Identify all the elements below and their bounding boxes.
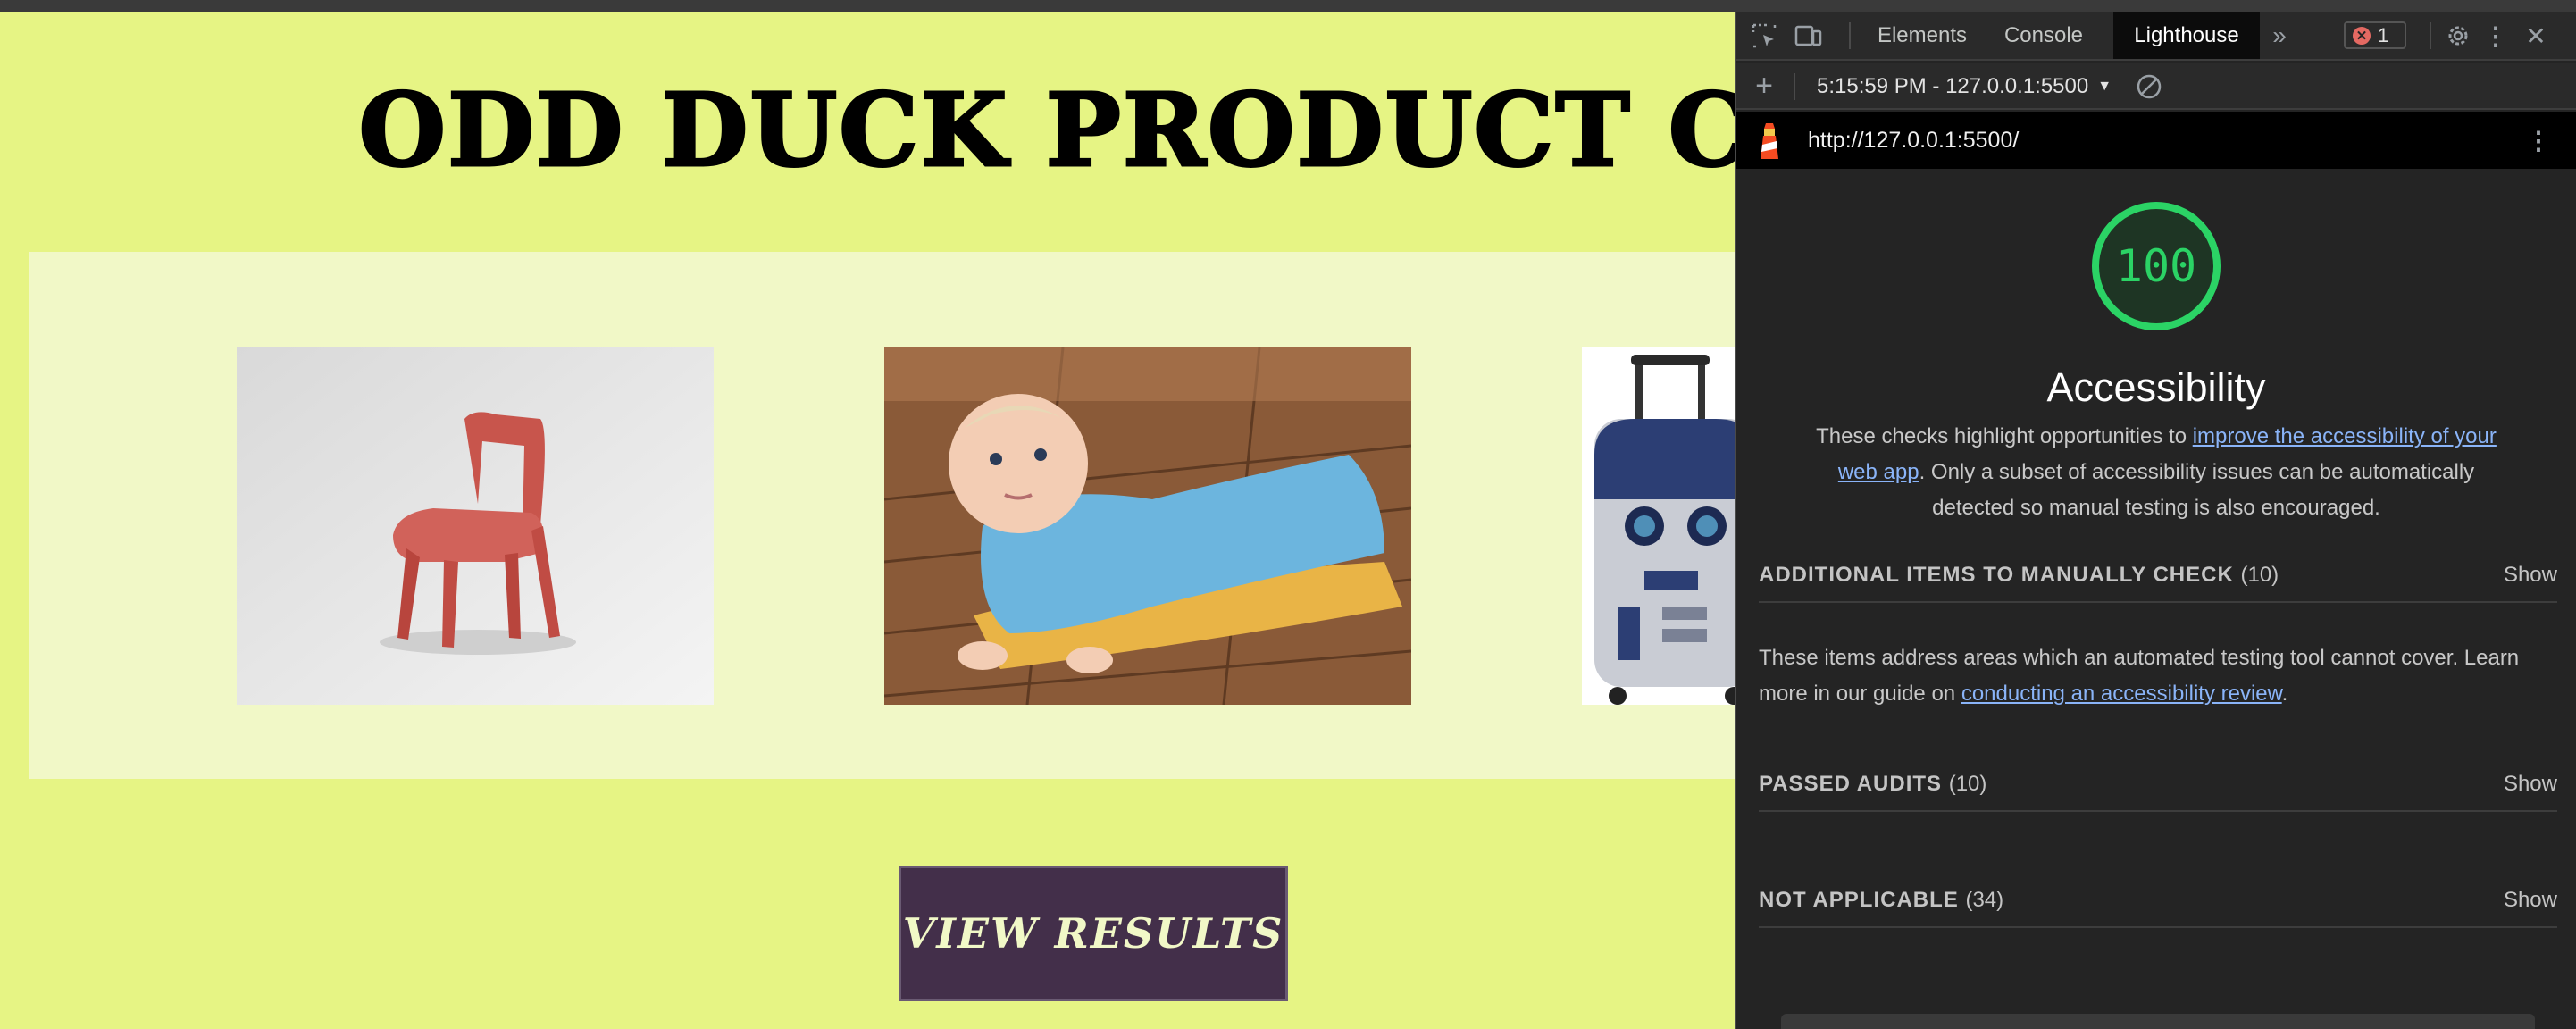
tab-separator xyxy=(2430,22,2431,49)
error-count-badge[interactable]: ✕ 1 xyxy=(2344,21,2406,49)
toolbar-separator xyxy=(1794,73,1795,100)
tab-separator xyxy=(1849,22,1851,49)
category-title: Accessibility xyxy=(2046,364,2266,410)
report-url-bar: http://127.0.0.1:5500/ ⋮ xyxy=(1736,112,2576,169)
more-tabs-chevron-icon[interactable]: » xyxy=(2265,21,2294,51)
group-not-applicable[interactable]: NOT APPLICABLE (34) Show xyxy=(1759,874,2557,928)
inspect-element-icon[interactable] xyxy=(1749,21,1779,51)
tab-console[interactable]: Console xyxy=(1986,12,2101,59)
manual-check-note: These items address areas which an autom… xyxy=(1759,640,2545,712)
category-description: These checks highlight opportunities to … xyxy=(1799,419,2513,526)
group-manual-check[interactable]: ADDITIONAL ITEMS TO MANUALLY CHECK (10) … xyxy=(1759,549,2557,603)
tab-lighthouse[interactable]: Lighthouse xyxy=(2113,12,2260,59)
error-icon: ✕ xyxy=(2353,26,2371,45)
report-select-value: 5:15:59 PM - 127.0.0.1:5500 xyxy=(1817,73,2089,98)
browser-top-strip xyxy=(0,0,2576,12)
web-page: ODD DUCK PRODUCT CO VIEW RESULTS xyxy=(0,12,1735,1029)
view-results-button[interactable]: VIEW RESULTS xyxy=(899,866,1288,1001)
show-toggle[interactable]: Show xyxy=(2504,888,2557,913)
show-toggle[interactable]: Show xyxy=(2504,563,2557,588)
product-gallery xyxy=(29,252,1735,779)
group-title: ADDITIONAL ITEMS TO MANUALLY CHECK (10) xyxy=(1759,563,2279,587)
product-image-r2d2-bag[interactable] xyxy=(1582,347,1735,705)
clear-all-icon[interactable] xyxy=(2133,71,2165,103)
tab-elements[interactable]: Elements xyxy=(1863,12,1981,59)
group-title: NOT APPLICABLE (34) xyxy=(1759,888,2004,912)
close-devtools-icon[interactable]: ✕ xyxy=(2521,21,2551,51)
product-image-chair[interactable] xyxy=(237,347,714,705)
report-menu-icon[interactable]: ⋮ xyxy=(2526,124,2551,156)
lighthouse-toolbar: + 5:15:59 PM - 127.0.0.1:5500 ▼ xyxy=(1736,63,2576,110)
lighthouse-logo-icon xyxy=(1754,119,1785,162)
devtools-tab-bar: Elements Console Lighthouse » ✕ 1 ⋮ ✕ xyxy=(1736,12,2576,61)
product-image-baby-sweep[interactable] xyxy=(884,347,1411,705)
accessibility-score: 100 xyxy=(2115,240,2197,292)
note-text-end: . xyxy=(2281,682,2288,706)
description-text-end: . Only a subset of accessibility issues … xyxy=(1919,460,2475,520)
report-select-dropdown[interactable]: 5:15:59 PM - 127.0.0.1:5500 ▼ xyxy=(1817,63,2112,110)
devtools-panel: Elements Console Lighthouse » ✕ 1 ⋮ ✕ + … xyxy=(1735,12,2576,1029)
description-text: These checks highlight opportunities to xyxy=(1816,424,2193,448)
accessibility-review-link[interactable]: conducting an accessibility review xyxy=(1961,682,2282,706)
show-toggle[interactable]: Show xyxy=(2504,772,2557,797)
device-toolbar-icon[interactable] xyxy=(1792,21,1824,51)
report-url[interactable]: http://127.0.0.1:5500/ xyxy=(1808,112,2019,169)
bottom-scroll-area xyxy=(1781,1014,2535,1029)
more-options-icon[interactable]: ⋮ xyxy=(2483,21,2508,51)
dropdown-triangle-icon: ▼ xyxy=(2097,78,2112,94)
group-title: PASSED AUDITS (10) xyxy=(1759,772,1987,796)
settings-gear-icon[interactable] xyxy=(2442,21,2474,51)
group-passed-audits[interactable]: PASSED AUDITS (10) Show xyxy=(1759,758,2557,812)
new-report-plus-icon[interactable]: + xyxy=(1749,69,1779,103)
error-count: 1 xyxy=(2378,23,2389,46)
page-title: ODD DUCK PRODUCT CO xyxy=(357,72,1735,189)
